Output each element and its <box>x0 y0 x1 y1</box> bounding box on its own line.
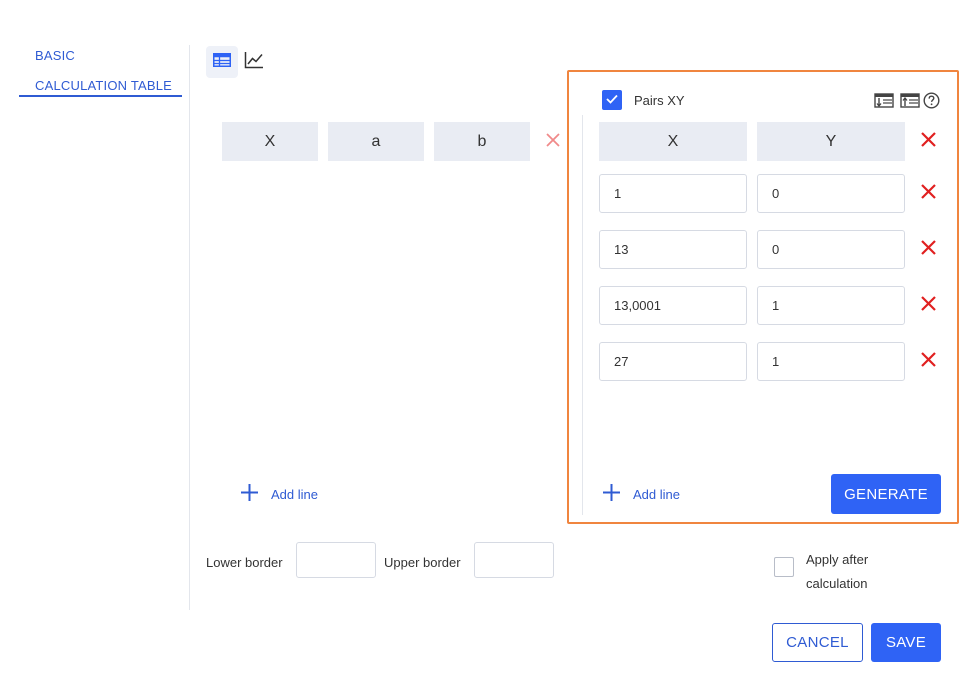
line-chart-icon <box>244 51 264 74</box>
upper-border-input[interactable] <box>474 542 554 578</box>
sort-ascending-icon <box>900 93 920 113</box>
apply-after-checkbox[interactable] <box>774 557 794 577</box>
table-icon <box>213 52 231 72</box>
sort-descending-button[interactable] <box>874 92 894 109</box>
upper-border-label: Upper border <box>384 555 461 570</box>
left-column-a-header: a <box>328 122 424 161</box>
add-line-label: Add line <box>271 486 318 502</box>
pair-y-input[interactable] <box>757 286 905 325</box>
apply-after-label: Apply after calculation <box>806 548 868 596</box>
plus-icon <box>602 483 621 505</box>
left-column-b-header: b <box>434 122 530 161</box>
help-button[interactable] <box>923 92 940 109</box>
apply-after-label-line2: calculation <box>806 576 868 591</box>
close-icon <box>920 352 936 372</box>
cancel-button[interactable]: CANCEL <box>772 623 863 662</box>
help-icon <box>923 92 940 113</box>
chart-view-button[interactable] <box>240 46 268 78</box>
close-icon <box>920 184 936 204</box>
close-icon <box>546 132 560 152</box>
pairs-column-y-header: Y <box>757 122 905 161</box>
left-add-line-button[interactable]: Add line <box>240 484 318 504</box>
sort-ascending-button[interactable] <box>900 92 920 109</box>
left-header-delete-button[interactable] <box>543 132 563 152</box>
pair-x-input[interactable] <box>599 174 747 213</box>
pair-y-input[interactable] <box>757 342 905 381</box>
close-icon <box>920 132 936 152</box>
pair-y-input[interactable] <box>757 230 905 269</box>
sidebar-divider <box>189 45 190 610</box>
close-icon <box>920 240 936 260</box>
lower-border-label: Lower border <box>206 555 283 570</box>
pair-x-input[interactable] <box>599 286 747 325</box>
apply-after-label-line1: Apply after <box>806 552 869 567</box>
left-column-x-header: X <box>222 122 318 161</box>
nav-item-calculation-table[interactable]: CALCULATION TABLE <box>19 78 182 97</box>
checkmark-icon <box>606 91 618 109</box>
pair-x-input[interactable] <box>599 230 747 269</box>
plus-icon <box>240 483 259 505</box>
nav-item-basic[interactable]: BASIC <box>35 48 75 63</box>
pairs-column-x-header: X <box>599 122 747 161</box>
pairs-xy-label: Pairs XY <box>634 93 685 108</box>
row-delete-button[interactable] <box>918 240 938 260</box>
generate-button[interactable]: GENERATE <box>831 474 941 514</box>
close-icon <box>920 296 936 316</box>
pair-x-input[interactable] <box>599 342 747 381</box>
row-delete-button[interactable] <box>918 184 938 204</box>
row-delete-button[interactable] <box>918 296 938 316</box>
table-view-button[interactable] <box>206 46 238 78</box>
pairs-xy-checkbox[interactable] <box>602 90 622 110</box>
pair-y-input[interactable] <box>757 174 905 213</box>
sort-descending-icon <box>874 93 894 113</box>
save-button[interactable]: SAVE <box>871 623 941 662</box>
row-delete-button[interactable] <box>918 352 938 372</box>
lower-border-input[interactable] <box>296 542 376 578</box>
pairs-header-delete-button[interactable] <box>918 132 938 152</box>
add-line-label: Add line <box>633 486 680 502</box>
pairs-add-line-button[interactable]: Add line <box>602 484 680 504</box>
